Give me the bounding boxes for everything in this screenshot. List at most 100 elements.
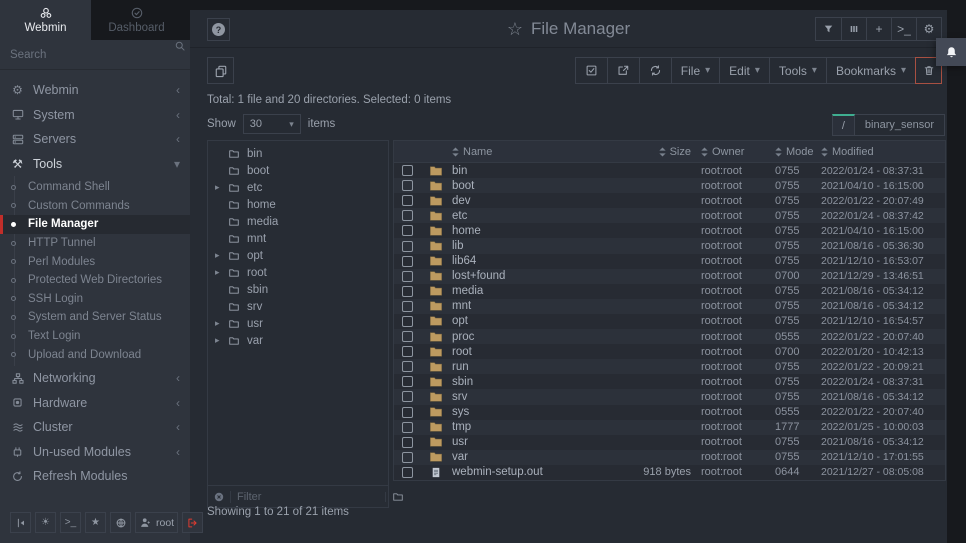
table-row[interactable]: usrroot:root07552021/08/16 - 05:34:12 bbox=[394, 435, 945, 450]
sidebar-item-command-shell[interactable]: Command Shell bbox=[0, 178, 190, 197]
sidebar-item-unused-modules[interactable]: Un-used Modules‹ bbox=[0, 439, 190, 464]
row-checkbox[interactable] bbox=[402, 165, 413, 176]
row-checkbox[interactable] bbox=[402, 271, 413, 282]
file-name-link[interactable]: opt bbox=[452, 315, 597, 327]
create-button[interactable]: + bbox=[866, 18, 891, 40]
tree-item-usr[interactable]: ▸usr bbox=[208, 315, 388, 332]
copy-path-button[interactable] bbox=[207, 57, 234, 84]
row-checkbox[interactable] bbox=[402, 331, 413, 342]
tree-item-var[interactable]: ▸var bbox=[208, 332, 388, 349]
row-checkbox[interactable] bbox=[402, 346, 413, 357]
sidebar-item-servers[interactable]: Servers‹ bbox=[0, 127, 190, 152]
tree-item-etc[interactable]: ▸etc bbox=[208, 179, 388, 196]
table-row[interactable]: mntroot:root07552021/08/16 - 05:34:12 bbox=[394, 299, 945, 314]
filter-button[interactable] bbox=[816, 18, 841, 40]
sidebar-item-cluster[interactable]: Cluster‹ bbox=[0, 415, 190, 440]
help-button[interactable]: ? bbox=[207, 18, 230, 41]
file-name-link[interactable]: bin bbox=[452, 165, 597, 177]
column-header-size[interactable]: Size bbox=[597, 146, 701, 158]
table-row[interactable]: sysroot:root05552022/01/22 - 20:07:40 bbox=[394, 405, 945, 420]
file-name-link[interactable]: lost+found bbox=[452, 270, 597, 282]
file-name-link[interactable]: sys bbox=[452, 406, 597, 418]
toggle-theme-button[interactable]: ☀ bbox=[35, 512, 56, 533]
table-row[interactable]: sbinroot:root07552022/01/24 - 08:37:31 bbox=[394, 374, 945, 389]
file-name-link[interactable]: var bbox=[452, 451, 597, 463]
file-name-link[interactable]: media bbox=[452, 285, 597, 297]
file-name-link[interactable]: lib bbox=[452, 240, 597, 252]
search-input[interactable] bbox=[0, 49, 174, 61]
favorite-star-icon[interactable]: ☆ bbox=[507, 19, 523, 40]
table-row[interactable]: lost+foundroot:root07002021/12/29 - 13:4… bbox=[394, 269, 945, 284]
file-name-link[interactable]: webmin-setup.out bbox=[452, 466, 597, 478]
tree-item-mnt[interactable]: mnt bbox=[208, 230, 388, 247]
clear-filter-icon[interactable] bbox=[213, 491, 225, 503]
table-row[interactable]: bootroot:root07552021/04/10 - 16:15:00 bbox=[394, 178, 945, 193]
tree-item-opt[interactable]: ▸opt bbox=[208, 247, 388, 264]
menu-bookmarks-button[interactable]: Bookmarks▾ bbox=[826, 58, 915, 83]
column-header-owner[interactable]: Owner bbox=[701, 146, 775, 158]
columns-button[interactable] bbox=[841, 18, 866, 40]
file-name-link[interactable]: srv bbox=[452, 391, 597, 403]
tree-filter-input[interactable] bbox=[230, 491, 385, 503]
table-row[interactable]: runroot:root07552022/01/22 - 20:09:21 bbox=[394, 359, 945, 374]
table-row[interactable]: srvroot:root07552021/08/16 - 05:34:12 bbox=[394, 389, 945, 404]
sidebar-item-text-login[interactable]: Text Login bbox=[0, 327, 190, 346]
table-row[interactable]: etcroot:root07552022/01/24 - 08:37:42 bbox=[394, 208, 945, 223]
page-size-select[interactable]: 30 ▾ bbox=[243, 114, 301, 134]
menu-tools-button[interactable]: Tools▾ bbox=[769, 58, 826, 83]
export-button[interactable] bbox=[607, 58, 639, 83]
sidebar-item-file-manager[interactable]: File Manager bbox=[0, 215, 190, 234]
file-name-link[interactable]: run bbox=[452, 361, 597, 373]
tree-item-media[interactable]: media bbox=[208, 213, 388, 230]
settings-button[interactable]: ⚙ bbox=[916, 18, 941, 40]
column-header-modified[interactable]: Modified bbox=[821, 146, 945, 158]
row-checkbox[interactable] bbox=[402, 210, 413, 221]
table-row[interactable]: optroot:root07552021/12/10 - 16:54:57 bbox=[394, 314, 945, 329]
collapse-sidebar-button[interactable] bbox=[10, 512, 31, 533]
sidebar-item-perl-modules[interactable]: Perl Modules bbox=[0, 252, 190, 271]
sidebar-item-networking[interactable]: Networking‹ bbox=[0, 366, 190, 391]
sidebar-item-protected-web-directories[interactable]: Protected Web Directories bbox=[0, 271, 190, 290]
tree-item-home[interactable]: home bbox=[208, 196, 388, 213]
file-name-link[interactable]: lib64 bbox=[452, 255, 597, 267]
file-name-link[interactable]: tmp bbox=[452, 421, 597, 433]
tree-item-boot[interactable]: boot bbox=[208, 162, 388, 179]
file-name-link[interactable]: proc bbox=[452, 331, 597, 343]
row-checkbox[interactable] bbox=[402, 286, 413, 297]
language-button[interactable] bbox=[110, 512, 131, 533]
sidebar-item-ssh-login[interactable]: SSH Login bbox=[0, 290, 190, 309]
table-row[interactable]: rootroot:root07002022/01/20 - 10:42:13 bbox=[394, 344, 945, 359]
row-checkbox[interactable] bbox=[402, 437, 413, 448]
sidebar-item-system[interactable]: System‹ bbox=[0, 103, 190, 128]
file-name-link[interactable]: boot bbox=[452, 180, 597, 192]
sidebar-item-system-and-server-status[interactable]: System and Server Status bbox=[0, 308, 190, 327]
table-row[interactable]: devroot:root07552022/01/22 - 20:07:49 bbox=[394, 193, 945, 208]
row-checkbox[interactable] bbox=[402, 391, 413, 402]
sidebar-item-hardware[interactable]: Hardware‹ bbox=[0, 390, 190, 415]
file-name-link[interactable]: dev bbox=[452, 195, 597, 207]
row-checkbox[interactable] bbox=[402, 316, 413, 327]
tree-item-bin[interactable]: bin bbox=[208, 145, 388, 162]
table-row[interactable]: procroot:root05552022/01/22 - 20:07:40 bbox=[394, 329, 945, 344]
tree-item-sbin[interactable]: sbin bbox=[208, 281, 388, 298]
row-checkbox[interactable] bbox=[402, 225, 413, 236]
tab-dashboard[interactable]: Dashboard bbox=[91, 0, 182, 40]
table-row[interactable]: varroot:root07552021/12/10 - 17:01:55 bbox=[394, 450, 945, 465]
row-checkbox[interactable] bbox=[402, 195, 413, 206]
file-name-link[interactable]: sbin bbox=[452, 376, 597, 388]
row-checkbox[interactable] bbox=[402, 361, 413, 372]
sidebar-item-custom-commands[interactable]: Custom Commands bbox=[0, 197, 190, 216]
sidebar-item-refresh-modules[interactable]: Refresh Modules bbox=[0, 464, 190, 489]
folder-select-icon[interactable] bbox=[385, 492, 404, 502]
row-checkbox[interactable] bbox=[402, 422, 413, 433]
sidebar-item-upload-and-download[interactable]: Upload and Download bbox=[0, 345, 190, 364]
menu-file-button[interactable]: File▾ bbox=[671, 58, 719, 83]
table-row[interactable]: tmproot:root17772022/01/25 - 10:00:03 bbox=[394, 420, 945, 435]
tree-item-root[interactable]: ▸root bbox=[208, 264, 388, 281]
row-checkbox[interactable] bbox=[402, 407, 413, 418]
favorites-button[interactable]: ★ bbox=[85, 512, 106, 533]
table-row[interactable]: webmin-setup.out918 bytesroot:root064420… bbox=[394, 465, 945, 480]
notifications-button[interactable] bbox=[936, 38, 966, 66]
logout-button[interactable] bbox=[182, 512, 203, 533]
tab-webmin[interactable]: Webmin bbox=[0, 0, 91, 40]
